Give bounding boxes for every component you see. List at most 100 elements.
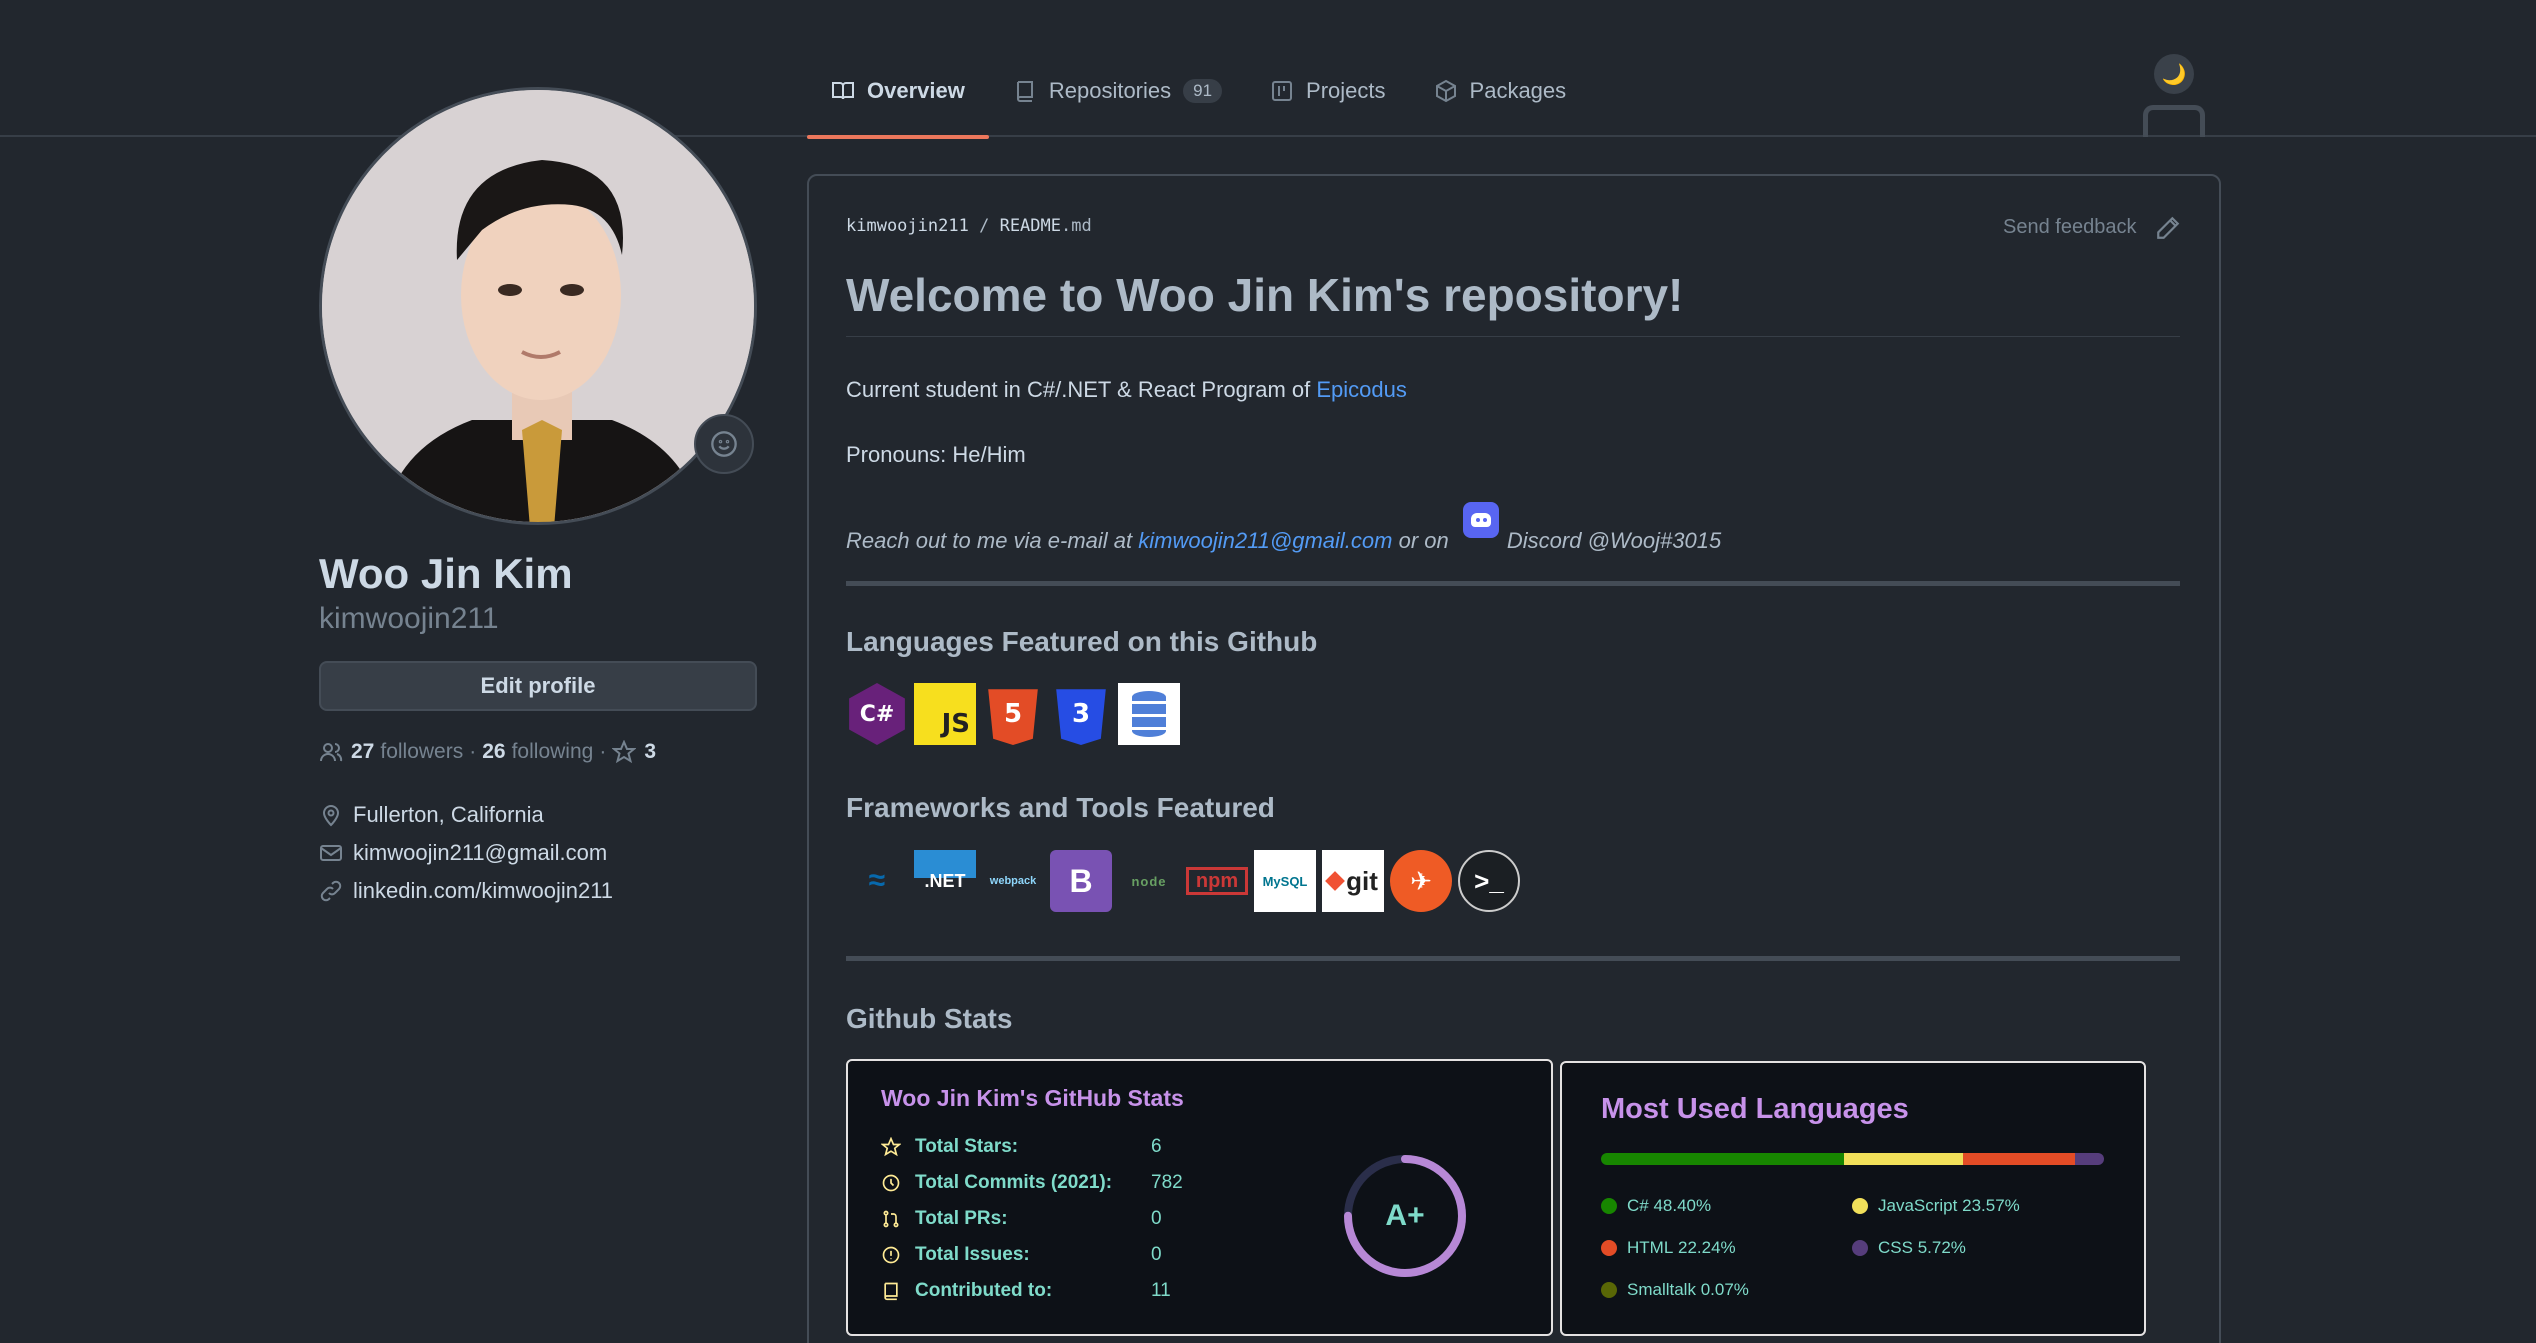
- issue-icon: [882, 1246, 900, 1264]
- discord-handle: Discord @Wooj#3015: [1506, 528, 1722, 553]
- follow-stats: 27 followers · 26 following · 3: [319, 740, 662, 764]
- contact-paragraph: Reach out to me via e-mail at kimwoojin2…: [846, 502, 1722, 554]
- language-percent: 48.40%: [1653, 1196, 1712, 1215]
- mysql-icon: MySQL: [1254, 850, 1316, 912]
- readme-title: Welcome to Woo Jin Kim's repository!: [846, 269, 1684, 321]
- repo-icon: [1016, 80, 1033, 102]
- profile-website[interactable]: linkedin.com/kimwoojin211: [319, 878, 613, 904]
- package-icon: [1435, 79, 1456, 102]
- send-feedback-link[interactable]: Send feedback: [2003, 216, 2136, 239]
- language-name: CSS: [1878, 1238, 1913, 1257]
- language-color-dot: [1852, 1240, 1868, 1256]
- contact-email-link[interactable]: kimwoojin211@gmail.com: [1138, 528, 1392, 553]
- bootstrap-icon: B: [1050, 850, 1112, 912]
- stars-link[interactable]: 3: [612, 740, 662, 764]
- language-color-dot: [1852, 1198, 1868, 1214]
- tab-label: Projects: [1306, 77, 1386, 103]
- html5-icon: 5: [988, 689, 1038, 745]
- following-label: following: [511, 740, 594, 763]
- stat-value: 782: [1151, 1172, 1183, 1193]
- epicodus-link[interactable]: Epicodus: [1316, 377, 1407, 402]
- set-status-button[interactable]: [694, 414, 754, 474]
- tab-projects[interactable]: Projects: [1246, 60, 1409, 137]
- stat-value: 6: [1151, 1136, 1162, 1157]
- language-item: C# 48.40%: [1601, 1196, 1711, 1216]
- profile-full-name: Woo Jin Kim: [319, 550, 573, 597]
- project-icon: [1272, 80, 1293, 101]
- pencil-icon: [2157, 216, 2180, 239]
- language-item: JavaScript 23.57%: [1852, 1196, 2020, 1216]
- language-bar-segment: [1601, 1153, 1845, 1165]
- section-divider: [846, 581, 2180, 586]
- history-icon: [882, 1174, 900, 1192]
- npm-icon: npm: [1186, 867, 1248, 895]
- language-percent: 23.57%: [1962, 1196, 2020, 1215]
- stat-label: Contributed to:: [915, 1280, 1053, 1301]
- terminal-icon: >_: [1458, 850, 1520, 912]
- location-text: Fullerton, California: [353, 802, 544, 827]
- mail-icon: [320, 845, 342, 861]
- avatar[interactable]: [319, 87, 757, 525]
- profile-email[interactable]: kimwoojin211@gmail.com: [319, 840, 607, 866]
- readme-file-ext: .md: [1061, 216, 1092, 236]
- tab-packages[interactable]: Packages: [1410, 60, 1591, 137]
- edit-readme-button[interactable]: [2155, 215, 2181, 241]
- dotnet-icon: .NET: [914, 850, 976, 912]
- stat-value: 11: [1151, 1280, 1171, 1301]
- stat-label: Total PRs:: [915, 1208, 1008, 1229]
- tools-icons: ≈ .NET webpack B node npm MySQL git ✈ >_: [846, 850, 1520, 912]
- repositories-count-badge: 91: [1183, 78, 1223, 103]
- git-label: git: [1346, 865, 1378, 896]
- languages-icons: C# JS 5 3: [846, 683, 1180, 745]
- pull-request-icon: [883, 1210, 899, 1228]
- title-divider: [846, 336, 2180, 337]
- following-count: 26: [482, 740, 506, 763]
- readme-file-name: README: [999, 216, 1061, 236]
- edit-profile-button[interactable]: Edit profile: [319, 661, 757, 711]
- stat-label: Total Commits (2021):: [915, 1172, 1113, 1193]
- separator: ·: [599, 740, 607, 763]
- stat-value: 0: [1151, 1208, 1162, 1229]
- postman-icon: ✈: [1390, 850, 1452, 912]
- breadcrumb-separator: /: [979, 216, 990, 236]
- stat-row: Total PRs: 0: [881, 1208, 1162, 1230]
- profile-username: kimwoojin211: [319, 602, 499, 635]
- stats-card-title: Woo Jin Kim's GitHub Stats: [881, 1085, 1184, 1111]
- javascript-icon: JS: [914, 683, 976, 745]
- jquery-icon: ≈: [868, 864, 886, 897]
- followers-link[interactable]: 27 followers: [351, 740, 463, 764]
- language-item: Smalltalk 0.07%: [1601, 1280, 1749, 1300]
- discord-icon: [1462, 502, 1499, 538]
- section-divider: [846, 956, 2180, 961]
- language-name: Smalltalk: [1627, 1280, 1696, 1299]
- css3-icon: 3: [1056, 689, 1106, 745]
- languages-heading: Languages Featured on this Github: [846, 626, 1318, 657]
- pronouns-paragraph: Pronouns: He/Him: [846, 442, 1026, 467]
- webpack-icon: webpack: [989, 875, 1037, 887]
- moon-icon[interactable]: 🌙: [2154, 54, 2194, 94]
- avatar-portrait: [322, 90, 754, 522]
- tab-repositories[interactable]: Repositories 91: [989, 60, 1246, 137]
- readme-owner-link[interactable]: kimwoojin211: [846, 216, 969, 236]
- tab-label: Overview: [867, 77, 965, 103]
- language-percent: 5.72%: [1917, 1238, 1966, 1257]
- website-link[interactable]: linkedin.com/kimwoojin211: [353, 878, 613, 904]
- people-icon: [320, 743, 343, 762]
- language-name: C#: [1627, 1196, 1649, 1215]
- database-icon: [1118, 683, 1180, 745]
- following-link[interactable]: 26 following: [482, 740, 593, 764]
- tab-label: Repositories: [1048, 77, 1172, 103]
- star-icon: [881, 1137, 901, 1157]
- email-link[interactable]: kimwoojin211@gmail.com: [353, 840, 607, 866]
- stats-heading: Github Stats: [846, 1003, 1013, 1034]
- languages-progress-bar: [1601, 1153, 2104, 1165]
- language-name: HTML: [1627, 1238, 1674, 1257]
- stat-row: Contributed to: 11: [881, 1280, 1171, 1302]
- star-icon: [612, 740, 637, 764]
- tab-overview[interactable]: Overview: [807, 60, 989, 139]
- git-icon: git: [1322, 850, 1384, 912]
- link-icon: [320, 880, 342, 902]
- stat-row: Total Issues: 0: [881, 1244, 1162, 1266]
- language-item: CSS 5.72%: [1852, 1238, 1966, 1258]
- stat-label: Total Issues:: [915, 1244, 1030, 1265]
